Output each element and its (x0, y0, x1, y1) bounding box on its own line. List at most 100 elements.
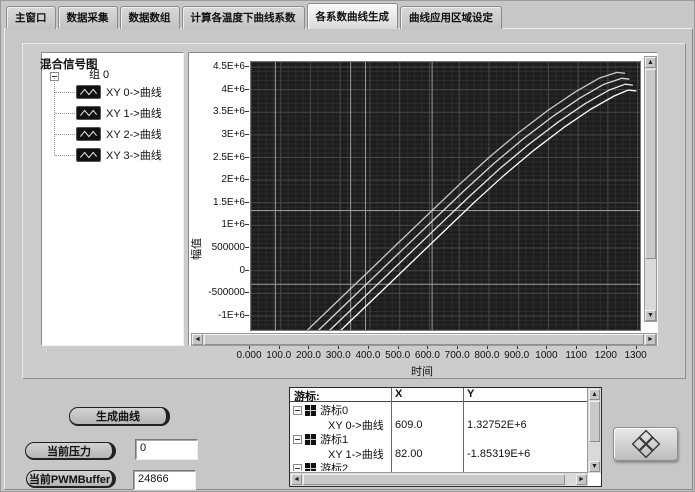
legend-tree-line (55, 134, 75, 135)
scrollbar-thumb[interactable] (303, 474, 565, 485)
scroll-up-icon[interactable]: ▲ (645, 57, 656, 68)
graph-frame-label: 混合信号图 (40, 56, 98, 72)
y-axis-tick-mark (245, 247, 249, 248)
scroll-left-icon[interactable]: ◄ (291, 474, 302, 485)
labview-window: 主窗口数据采集数据数组计算各温度下曲线系数各系数曲线生成曲线应用区域设定 混合信… (0, 0, 695, 492)
x-column-header[interactable]: X (391, 388, 402, 400)
x-axis-tick-mark (576, 346, 577, 349)
legend-item-label: XY 0->曲线 (106, 84, 162, 100)
y-axis-tick-label: 3E+6 (193, 129, 245, 140)
scroll-right-icon[interactable]: ► (576, 474, 587, 485)
graph-legend-panel: 组 0 XY 0->曲线XY 1->曲线XY 2->曲线XY 3->曲线 (41, 52, 184, 346)
table-horizontal-scrollbar[interactable]: ◄ ► (290, 472, 588, 486)
minus-expand-icon[interactable] (293, 406, 302, 415)
y-axis-tick-label: -500000 (193, 287, 245, 298)
generate-curve-button[interactable]: 生成曲线 (69, 407, 170, 426)
graph-vertical-scrollbar[interactable]: ▲ ▼ (644, 56, 657, 322)
cursor-x-value: 609.0 (395, 419, 423, 431)
scroll-down-icon[interactable]: ▼ (645, 310, 656, 321)
minus-expand-icon[interactable] (293, 435, 302, 444)
legend-tree-line (55, 113, 75, 114)
scrollbar-thumb[interactable] (204, 334, 644, 345)
tab-item[interactable]: 曲线应用区域设定 (400, 6, 502, 29)
cursor-crosshair-icon (305, 463, 316, 472)
legend-item[interactable]: XY 0->曲线 (76, 84, 162, 100)
current-pwmbuffer-field[interactable]: 24866 (133, 470, 196, 490)
y-axis-tick-label: 4.5E+6 (193, 61, 245, 72)
y-axis-tick-mark (245, 89, 249, 90)
cursor-group-label: 游标2 (320, 460, 348, 471)
legend-item-label: XY 3->曲线 (106, 147, 162, 163)
graph-panel: 幅值 ▲ ▼ ◄ ► 4.5E+64E+63.5E+63E+62.5E+62E (188, 52, 658, 346)
waveform-icon (76, 85, 101, 99)
table-row[interactable]: 游标1 (290, 432, 587, 446)
graph-palette-button[interactable] (613, 427, 678, 461)
y-axis-tick-label: 3.5E+6 (193, 106, 245, 117)
x-axis-tick-mark (517, 346, 518, 349)
current-pressure-field[interactable]: 0 (135, 439, 198, 460)
legend-tree-line (55, 92, 75, 93)
cursor-column-header[interactable]: 游标: (290, 388, 320, 404)
scroll-up-icon[interactable]: ▲ (589, 389, 600, 400)
tab-bar: 主窗口数据采集数据数组计算各温度下曲线系数各系数曲线生成曲线应用区域设定 (6, 4, 504, 29)
tab-item[interactable]: 计算各温度下曲线系数 (182, 6, 305, 29)
x-axis-tick-mark (308, 346, 309, 349)
four-diamonds-icon (631, 429, 661, 459)
tab-item[interactable]: 主窗口 (6, 6, 56, 29)
cursor-y-value: -1.85319E+6 (467, 448, 530, 460)
table-row[interactable]: 游标0 (290, 403, 587, 417)
legend-item[interactable]: XY 3->曲线 (76, 147, 162, 163)
cursor-y-value: 1.32752E+6 (467, 419, 527, 431)
scrollbar-thumb[interactable] (645, 69, 656, 259)
y-axis-tick-mark (245, 66, 249, 67)
x-axis-tick-mark (606, 346, 607, 349)
y-axis-tick-mark (245, 292, 249, 293)
tab-item[interactable]: 数据数组 (120, 6, 180, 29)
waveform-icon (76, 106, 101, 120)
scroll-down-icon[interactable]: ▼ (589, 461, 600, 472)
x-axis-tick-mark (636, 346, 637, 349)
legend-item[interactable]: XY 1->曲线 (76, 105, 162, 121)
current-pwmbuffer-button[interactable]: 当前PWMBuffer (26, 470, 116, 488)
y-axis-tick-mark (245, 270, 249, 271)
x-axis-tick-mark (457, 346, 458, 349)
legend-tree-line (54, 78, 55, 155)
legend-tree-line (55, 155, 75, 156)
graph-horizontal-scrollbar[interactable]: ◄ ► (191, 333, 657, 346)
legend-item-label: XY 1->曲线 (106, 105, 162, 121)
cursor-crosshair-icon (305, 405, 316, 416)
cursor-crosshair-icon (305, 434, 316, 445)
waveform-icon (76, 148, 101, 162)
y-column-header[interactable]: Y (463, 388, 474, 400)
table-vertical-scrollbar[interactable]: ▲ ▼ (587, 388, 601, 473)
y-axis-tick-mark (245, 202, 249, 203)
minus-expand-icon[interactable] (293, 464, 302, 472)
scroll-left-icon[interactable]: ◄ (192, 334, 203, 345)
cursor-table: 游标: X Y 游标0XY 0->曲线609.01.32752E+6游标1XY … (289, 387, 602, 487)
plot-area[interactable] (250, 61, 641, 331)
scrollbar-thumb[interactable] (589, 401, 600, 442)
tab-item[interactable]: 数据采集 (58, 6, 118, 29)
x-axis-tick-mark (487, 346, 488, 349)
y-axis-tick-label: -1E+6 (193, 310, 245, 321)
table-row[interactable]: XY 0->曲线609.01.32752E+6 (290, 418, 587, 432)
scroll-right-icon[interactable]: ► (645, 334, 656, 345)
legend-item[interactable]: XY 2->曲线 (76, 126, 162, 142)
tab-item[interactable]: 各系数曲线生成 (307, 3, 399, 29)
y-axis-tick-label: 1.5E+6 (193, 197, 245, 208)
y-axis-tick-label: 0 (193, 265, 245, 276)
graph-frame: 组 0 XY 0->曲线XY 1->曲线XY 2->曲线XY 3->曲线 幅值 … (22, 43, 686, 379)
waveform-icon (76, 127, 101, 141)
x-axis-tick-mark (427, 346, 428, 349)
table-row[interactable]: 游标2 (290, 461, 587, 471)
cursor-table-header: 游标: X Y (290, 388, 601, 402)
table-row[interactable]: XY 1->曲线82.00-1.85319E+6 (290, 447, 587, 461)
x-axis-tick-mark (398, 346, 399, 349)
y-axis-tick-label: 500000 (193, 242, 245, 253)
tab-page: 混合信号图 组 0 XY 0->曲线XY 1->曲线XY 2->曲线XY 3->… (4, 28, 693, 490)
y-axis-tick-mark (245, 315, 249, 316)
y-axis-tick-label: 2.5E+6 (193, 152, 245, 163)
current-pressure-button[interactable]: 当前压力 (25, 442, 116, 460)
x-axis-tick-mark (546, 346, 547, 349)
y-axis-tick-mark (245, 157, 249, 158)
